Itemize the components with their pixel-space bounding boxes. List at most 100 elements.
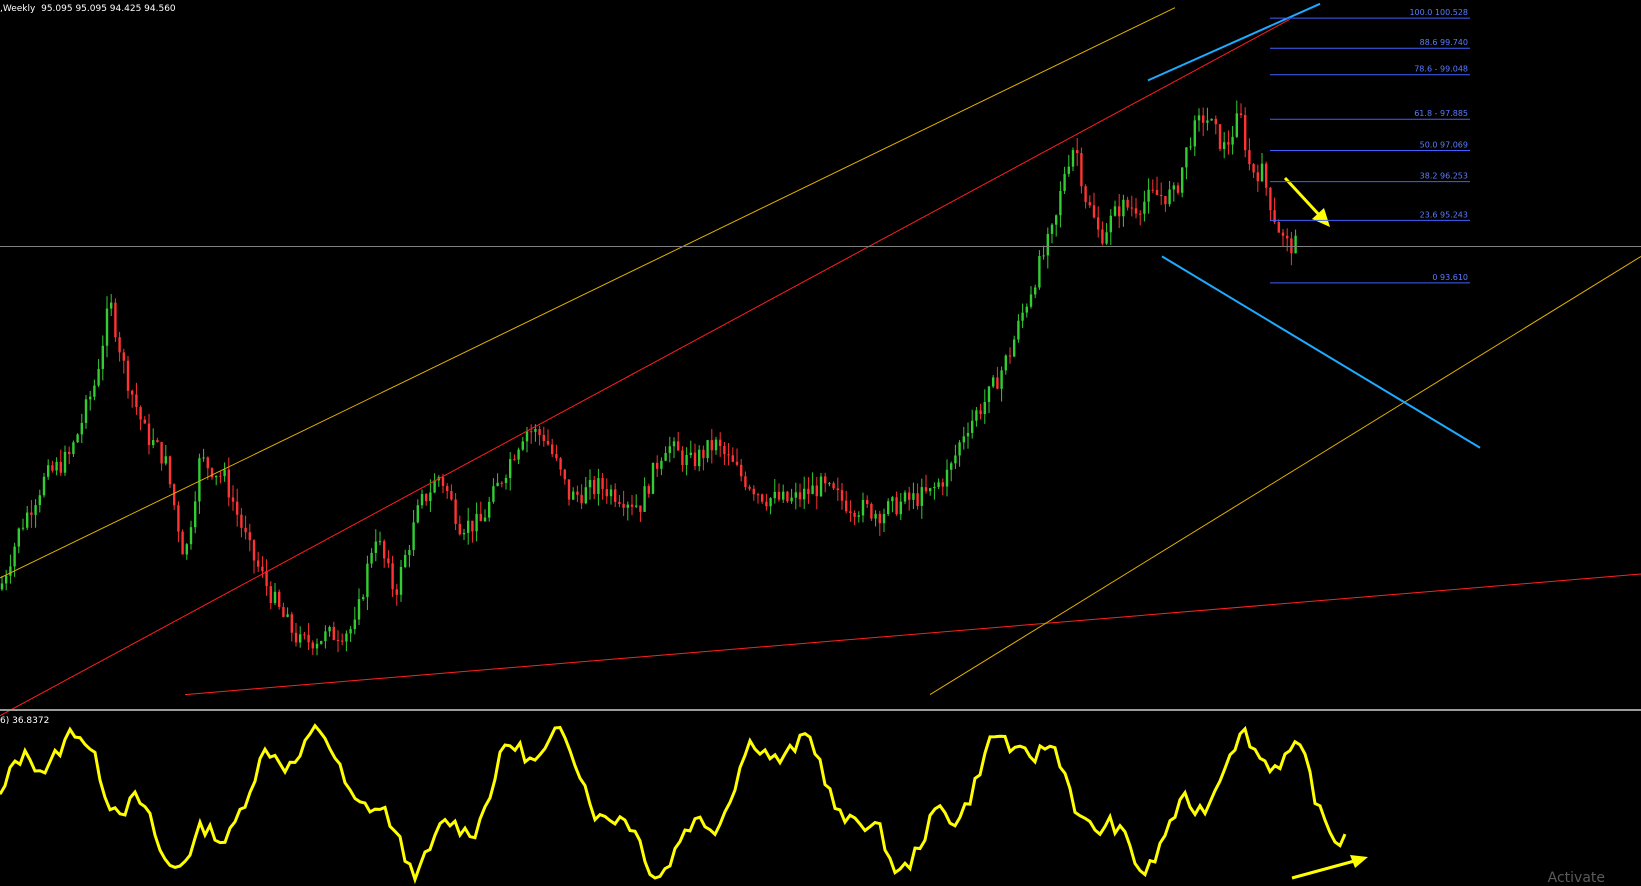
candle-body [198,458,201,502]
candle-body [962,436,965,443]
candle-body [282,606,285,617]
candle-body [811,485,814,495]
candle-body [647,486,650,494]
candle-body [1143,201,1146,214]
candle-body [1139,213,1142,215]
candle-body [395,589,398,595]
candle-body [1290,238,1293,254]
candle-body [294,632,298,643]
candle-body [126,360,130,391]
candle-body [546,440,550,445]
candle-body [1281,232,1285,236]
candle-body [404,554,407,567]
candle-body [399,566,403,595]
candle-body [534,428,537,432]
candle-body [412,522,415,551]
candle-body [76,434,79,443]
fib-label: 78.6 - 99.048 [1414,65,1468,74]
candle-body [215,475,218,478]
candle-body [635,505,638,507]
candle-body [702,449,705,459]
candle-body [420,493,424,506]
fib-label: 88.6 99.740 [1420,38,1468,47]
candle-body [1067,166,1070,174]
candle-body [782,491,785,500]
candle-body [920,487,923,506]
candle-body [152,440,155,446]
candle-body [1021,312,1024,321]
price-chart[interactable]: 100.0 100.528 88.6 99.740 78.6 - 99.048 61.… [0,0,1641,886]
trendlines-layer [0,2,1641,717]
candle-body [1227,142,1230,145]
candle-body [1265,163,1268,188]
candle-body [803,488,806,500]
candle-body [252,540,256,561]
candle-body [349,629,352,634]
candle-body [719,439,722,447]
candle-body [723,446,726,455]
activation-watermark: Activate [1547,870,1605,886]
candle-body [1202,115,1205,123]
candle-body [618,501,621,504]
candle-body [248,532,251,541]
candle-body [34,505,37,515]
candle-body [941,482,944,487]
candle-body [551,444,554,454]
candle-body [1231,136,1234,145]
candle-body [1181,167,1184,193]
candle-body [366,563,369,598]
candle-body [878,513,881,524]
candle-body [714,439,718,451]
candles-layer [0,100,1297,656]
candle-body [1004,355,1007,371]
candle-body [853,512,856,517]
candle-body [286,614,289,617]
fib-label: 100.0 100.528 [1409,8,1468,17]
candle-body [576,491,579,495]
candle-body [794,492,797,498]
candle-body [433,480,436,493]
candle-body [954,455,957,464]
candle-body [563,469,566,480]
candle-body [416,505,419,523]
candle-body [626,504,629,508]
candle-body [874,513,877,519]
candle-body [559,458,562,470]
candle-body [866,500,869,505]
candle-body [55,461,58,471]
fibonacci-layer: 100.0 100.528 88.6 99.740 78.6 - 99.048 61.… [1270,8,1470,284]
candle-body [1080,153,1083,187]
candle-body [467,520,470,533]
candle-body [42,476,46,496]
candle-body [761,494,764,502]
candle-body [1286,235,1289,239]
candle-body [269,586,272,603]
candle-body [1151,189,1154,191]
candle-body [1206,120,1209,123]
candle-body [475,513,478,532]
candle-body [483,517,487,522]
candle-body [744,476,747,487]
candle-body [769,498,772,507]
candle-body [496,482,499,487]
candle-body [1197,115,1201,121]
candle-body [689,452,692,456]
candle-body [727,454,730,456]
candle-body [1269,187,1272,211]
candle-body [1193,120,1196,147]
candle-body [693,452,697,467]
down-arrow-shaft [1283,176,1324,220]
candle-body [1160,194,1163,197]
red-channel-lower [184,573,1641,696]
candle-body [9,566,12,576]
candle-body [895,497,898,515]
candle-body [605,489,608,497]
candle-body [1172,185,1175,190]
blue-wedge-upper [1147,2,1321,82]
candle-body [164,456,167,464]
candle-body [597,478,600,494]
candle-body [1050,224,1054,234]
candle-body [710,440,713,451]
candle-body [660,460,663,469]
candle-body [202,457,205,459]
